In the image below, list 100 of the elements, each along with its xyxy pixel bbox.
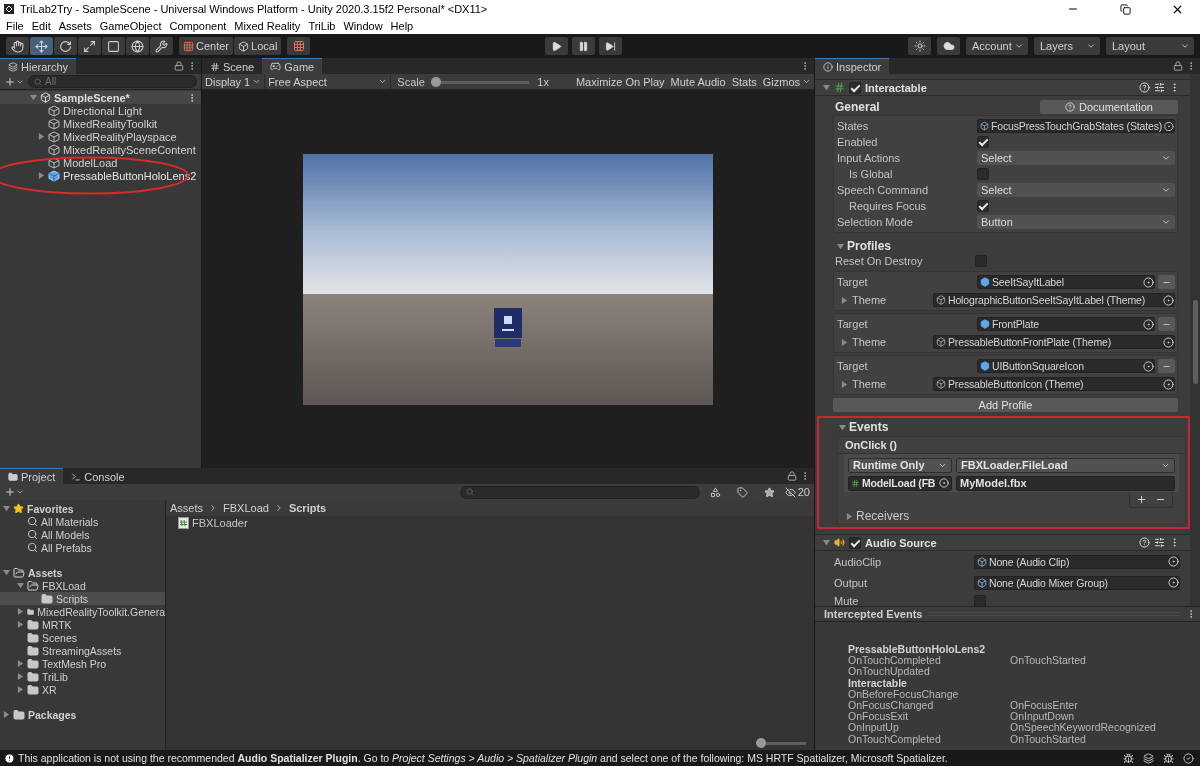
tree-item[interactable]: All Materials bbox=[41, 515, 99, 528]
account-dropdown[interactable]: Account bbox=[966, 37, 1028, 55]
disclosure-triangle-icon[interactable] bbox=[17, 582, 24, 589]
menu-item[interactable]: File bbox=[2, 20, 28, 32]
disclosure-triangle-icon[interactable] bbox=[841, 338, 848, 346]
layout-dropdown[interactable]: Layout bbox=[1106, 37, 1194, 55]
checkbox[interactable] bbox=[977, 136, 989, 148]
checkbox[interactable] bbox=[849, 536, 861, 549]
status-message[interactable]: This application is not using the recommended Audio Spatializer Plugin. Go to Project Settings > Audio > Spatializer Plugin and select one of the following: MS HRTF Spatializer, Microsoft Spatializer. bbox=[18, 752, 1120, 764]
disclosure-triangle-icon[interactable] bbox=[823, 539, 830, 546]
slider-thumb[interactable] bbox=[756, 738, 766, 748]
slider-thumb[interactable] bbox=[430, 76, 441, 87]
menu-item[interactable]: Assets bbox=[54, 20, 96, 32]
disclosure-triangle-icon[interactable] bbox=[38, 133, 45, 140]
dropdown[interactable]: Button bbox=[977, 215, 1175, 229]
disclosure-triangle-icon[interactable] bbox=[17, 660, 24, 667]
tree-item[interactable]: FBXLoad bbox=[42, 579, 86, 592]
layers-dropdown[interactable]: Layers bbox=[1034, 37, 1100, 55]
disclosure-triangle-icon[interactable] bbox=[17, 673, 24, 680]
breadcrumb-item[interactable]: FBXLoad bbox=[223, 502, 269, 514]
tree-item[interactable]: Assets bbox=[28, 566, 63, 579]
disclosure-triangle-icon[interactable] bbox=[17, 621, 24, 628]
panel-tab[interactable]: Project bbox=[0, 468, 64, 484]
services-button[interactable] bbox=[908, 37, 931, 55]
view-option-button[interactable]: Maximize On Play bbox=[572, 74, 668, 89]
view-tab[interactable]: Game bbox=[262, 58, 323, 74]
tool-button[interactable] bbox=[54, 37, 77, 55]
disclosure-triangle-icon[interactable] bbox=[839, 423, 846, 431]
hidden-packages-button[interactable]: 20 bbox=[784, 483, 810, 501]
hierarchy-item[interactable]: MixedRealityPlayspace bbox=[63, 130, 177, 143]
menu-item[interactable]: Window bbox=[339, 20, 387, 32]
argument-field[interactable]: MyModel.fbx bbox=[956, 475, 1175, 491]
breadcrumb-item[interactable]: Assets bbox=[170, 502, 203, 514]
add-profile-button[interactable]: Add Profile bbox=[833, 398, 1178, 412]
dropdown[interactable]: Select bbox=[977, 183, 1175, 197]
hierarchy-item[interactable]: MixedRealityToolkit bbox=[63, 117, 158, 130]
object-field[interactable]: UIButtonSquareIcon bbox=[977, 359, 1155, 373]
checkbox[interactable] bbox=[849, 81, 861, 94]
view-option-button[interactable]: Mute Audio bbox=[667, 74, 729, 89]
disclosure-triangle-icon[interactable] bbox=[3, 505, 10, 512]
tree-item[interactable]: TriLib bbox=[42, 670, 68, 683]
object-field[interactable]: ModelLoad (FB bbox=[848, 475, 952, 491]
component-header[interactable]: Audio Source bbox=[815, 534, 1190, 551]
view-option-button[interactable]: Gizmos bbox=[759, 74, 814, 89]
tool-button[interactable] bbox=[126, 37, 149, 55]
disclosure-triangle-icon[interactable] bbox=[3, 569, 10, 576]
grid-snap-button[interactable] bbox=[287, 37, 311, 55]
pause-button[interactable] bbox=[572, 37, 595, 55]
object-field[interactable]: None (Audio Clip) bbox=[974, 554, 1180, 569]
object-field[interactable]: SeeItSayItLabel bbox=[977, 275, 1155, 289]
disclosure-triangle-icon[interactable] bbox=[841, 380, 848, 388]
menu-item[interactable]: TriLib bbox=[304, 20, 340, 32]
disclosure-triangle-icon[interactable] bbox=[17, 686, 24, 693]
disclosure-triangle-icon[interactable] bbox=[837, 242, 844, 250]
hierarchy-tab[interactable]: Hierarchy bbox=[0, 58, 77, 74]
search-field[interactable] bbox=[459, 485, 700, 499]
checkbox[interactable] bbox=[977, 200, 989, 212]
add-icon[interactable] bbox=[1136, 494, 1147, 505]
checkbox[interactable] bbox=[975, 255, 987, 267]
object-field[interactable]: PressableButtonFrontPlate (Theme) bbox=[933, 335, 1175, 349]
disclosure-triangle-icon[interactable] bbox=[38, 172, 45, 179]
cloud-button[interactable] bbox=[937, 37, 960, 55]
menu-item[interactable]: Mixed Reality bbox=[230, 20, 305, 32]
tool-button[interactable] bbox=[102, 37, 125, 55]
breadcrumb-item[interactable]: Scripts bbox=[288, 502, 327, 514]
menu-item[interactable]: GameObject bbox=[95, 20, 166, 32]
remove-button[interactable] bbox=[1158, 275, 1175, 289]
space-button[interactable]: Local bbox=[234, 37, 282, 55]
hierarchy-item[interactable]: MixedRealitySceneContent bbox=[63, 143, 196, 156]
step-button[interactable] bbox=[599, 37, 622, 55]
tree-item[interactable]: StreamingAssets bbox=[42, 644, 122, 657]
dropdown[interactable]: Select bbox=[977, 151, 1175, 165]
scrollbar-thumb[interactable] bbox=[1192, 300, 1198, 384]
disclosure-triangle-icon[interactable] bbox=[846, 512, 853, 520]
object-field[interactable]: None (Audio Mixer Group) bbox=[974, 575, 1180, 590]
object-field[interactable]: FocusPressTouchGrabStates (States) bbox=[977, 119, 1175, 133]
component-header[interactable]: Interactable bbox=[815, 79, 1190, 96]
tool-button[interactable] bbox=[30, 37, 53, 55]
inspector-tab[interactable]: Inspector bbox=[815, 58, 890, 74]
tree-item[interactable]: Favorites bbox=[27, 502, 74, 515]
script-asset-name[interactable]: FBXLoader bbox=[192, 517, 248, 529]
create-button[interactable] bbox=[4, 486, 24, 498]
tool-button[interactable] bbox=[6, 37, 29, 55]
tree-item[interactable]: XR bbox=[42, 683, 57, 696]
tree-item[interactable]: MRTK bbox=[42, 618, 72, 631]
remove-button[interactable] bbox=[1158, 359, 1175, 373]
object-field[interactable]: HolographicButtonSeeItSayItLabel (Theme) bbox=[933, 293, 1175, 307]
pivot-button[interactable]: Center bbox=[179, 37, 234, 55]
create-button[interactable] bbox=[4, 75, 24, 88]
play-button[interactable] bbox=[545, 37, 568, 55]
tree-item[interactable]: All Models bbox=[41, 528, 90, 541]
documentation-button[interactable]: Documentation bbox=[1040, 100, 1178, 114]
hierarchy-item[interactable]: ModelLoad bbox=[63, 156, 118, 169]
tree-item[interactable]: Packages bbox=[28, 708, 77, 721]
view-option-button[interactable]: Stats bbox=[728, 74, 760, 89]
function-dropdown[interactable]: FBXLoader.FileLoad bbox=[956, 457, 1175, 473]
tree-item[interactable]: TextMesh Pro bbox=[42, 657, 107, 670]
object-field[interactable]: FrontPlate bbox=[977, 317, 1155, 331]
menu-item[interactable]: Edit bbox=[27, 20, 55, 32]
menu-item[interactable]: Help bbox=[386, 20, 418, 32]
